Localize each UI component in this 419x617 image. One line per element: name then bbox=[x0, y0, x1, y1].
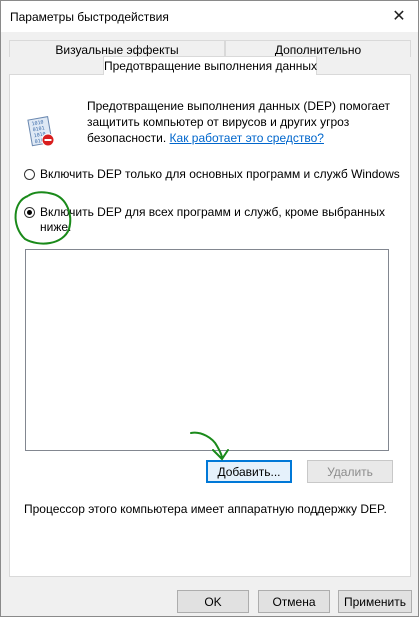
close-button[interactable]: ✕ bbox=[386, 5, 412, 27]
performance-options-dialog: Параметры быстродействия ✕ Визуальные эф… bbox=[0, 0, 419, 617]
hardware-support-note: Процессор этого компьютера имеет аппарат… bbox=[24, 502, 387, 516]
add-button[interactable]: Добавить... bbox=[206, 460, 292, 483]
ok-button[interactable]: OK bbox=[177, 590, 249, 613]
radio-essential-label: Включить DEP только для основных програм… bbox=[40, 167, 400, 181]
dep-shield-icon: 1010 0101 1010 010 bbox=[27, 116, 55, 147]
dep-description: Предотвращение выполнения данных (DEP) п… bbox=[87, 98, 403, 146]
close-icon: ✕ bbox=[392, 8, 406, 25]
window-title: Параметры быстродействия bbox=[10, 10, 169, 24]
radio-all-label: Включить DEP для всех программ и служб, … bbox=[40, 205, 386, 234]
tab-data-execution-prevention[interactable]: Предотвращение выполнения данных bbox=[103, 56, 317, 75]
radio-essential-programs[interactable] bbox=[24, 169, 35, 180]
tab-advanced[interactable]: Дополнительно bbox=[225, 40, 411, 57]
cancel-button[interactable]: Отмена bbox=[258, 590, 330, 613]
dep-tab-panel: 1010 0101 1010 010 Предотвращение выполн… bbox=[9, 74, 411, 577]
title-bar: Параметры быстродействия ✕ bbox=[1, 1, 418, 32]
how-it-works-link[interactable]: Как работает это средство? bbox=[170, 131, 324, 145]
tab-visual-effects[interactable]: Визуальные эффекты bbox=[9, 40, 225, 57]
tab-strip: Визуальные эффекты Дополнительно bbox=[9, 40, 411, 57]
apply-button[interactable]: Применить bbox=[338, 590, 412, 613]
remove-button[interactable]: Удалить bbox=[307, 460, 393, 483]
excluded-programs-list[interactable] bbox=[25, 249, 389, 451]
radio-all-programs[interactable] bbox=[24, 207, 35, 218]
